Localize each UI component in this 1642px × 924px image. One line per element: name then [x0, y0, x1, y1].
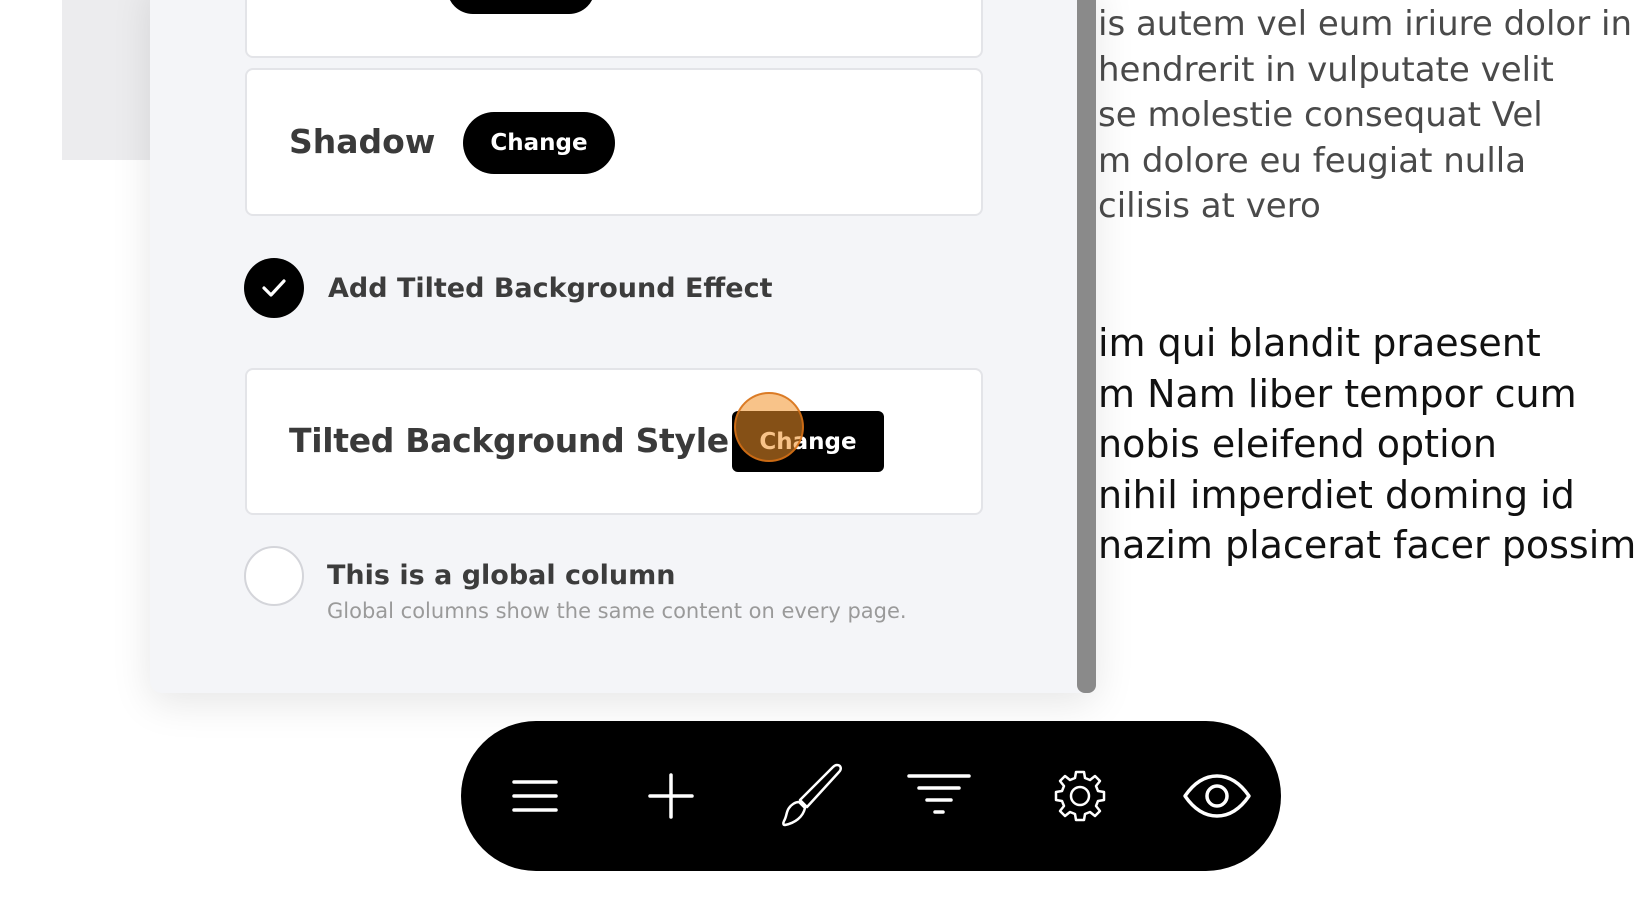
- background-text-line: nazim placerat facer possim: [1098, 523, 1637, 567]
- change-button[interactable]: [447, 0, 595, 14]
- brush-icon: [782, 763, 842, 827]
- bottom-toolbar: [461, 721, 1281, 871]
- tilted-style-label: Tilted Background Style: [289, 421, 729, 460]
- gear-icon: [1054, 770, 1106, 822]
- panel-scrollbar[interactable]: [1077, 0, 1096, 693]
- background-text-line: is autem vel eum iriure dolor in: [1098, 4, 1633, 44]
- background-paragraph-1: is autem vel eum iriure dolor in hendrer…: [1098, 2, 1642, 230]
- tilted-background-label: Add Tilted Background Effect: [328, 272, 773, 304]
- style-button[interactable]: [770, 756, 850, 836]
- shadow-change-button[interactable]: Change: [463, 112, 615, 174]
- background-text-line: im qui blandit praesent: [1098, 321, 1541, 365]
- background-text-line: cilisis at vero: [1098, 186, 1321, 226]
- global-column-text: This is a global column Global columns s…: [327, 560, 907, 623]
- menu-button[interactable]: [495, 756, 575, 836]
- tilted-background-style-card: Tilted Background Style Change: [245, 368, 983, 515]
- eye-icon: [1183, 774, 1251, 818]
- add-button[interactable]: [631, 756, 711, 836]
- background-text-line: hendrerit in vulputate velit: [1098, 49, 1554, 90]
- background-text-line: m Nam liber tempor cum: [1098, 371, 1577, 416]
- global-column-title: This is a global column: [327, 560, 676, 591]
- tilted-background-checkbox[interactable]: Add Tilted Background Effect: [244, 258, 773, 318]
- filter-button[interactable]: [899, 756, 979, 836]
- checkmark-icon: [262, 279, 286, 297]
- background-block: [62, 0, 162, 160]
- menu-icon: [512, 780, 558, 812]
- tilted-style-change-button[interactable]: Change: [732, 411, 884, 472]
- background-text-line: m dolore eu feugiat nulla: [1098, 140, 1527, 181]
- shadow-label: Shadow: [289, 122, 436, 161]
- shadow-setting-card: Shadow Change: [245, 68, 983, 216]
- filter-icon: [907, 774, 971, 814]
- global-column-description: Global columns show the same content on …: [327, 599, 907, 623]
- background-text-line: nihil imperdiet doming id: [1098, 472, 1575, 517]
- plus-icon: [648, 773, 694, 819]
- global-column-option[interactable]: This is a global column Global columns s…: [244, 546, 907, 623]
- background-text-line: se molestie consequat Vel: [1098, 95, 1543, 135]
- global-column-radio[interactable]: [244, 546, 304, 606]
- preview-button[interactable]: [1177, 756, 1257, 836]
- settings-card-partial: [245, 0, 983, 58]
- checkbox-checked[interactable]: [244, 258, 304, 318]
- settings-button[interactable]: [1040, 756, 1120, 836]
- background-text-line: nobis eleifend option: [1098, 422, 1497, 466]
- background-paragraph-2: im qui blandit praesent m Nam liber temp…: [1098, 318, 1642, 571]
